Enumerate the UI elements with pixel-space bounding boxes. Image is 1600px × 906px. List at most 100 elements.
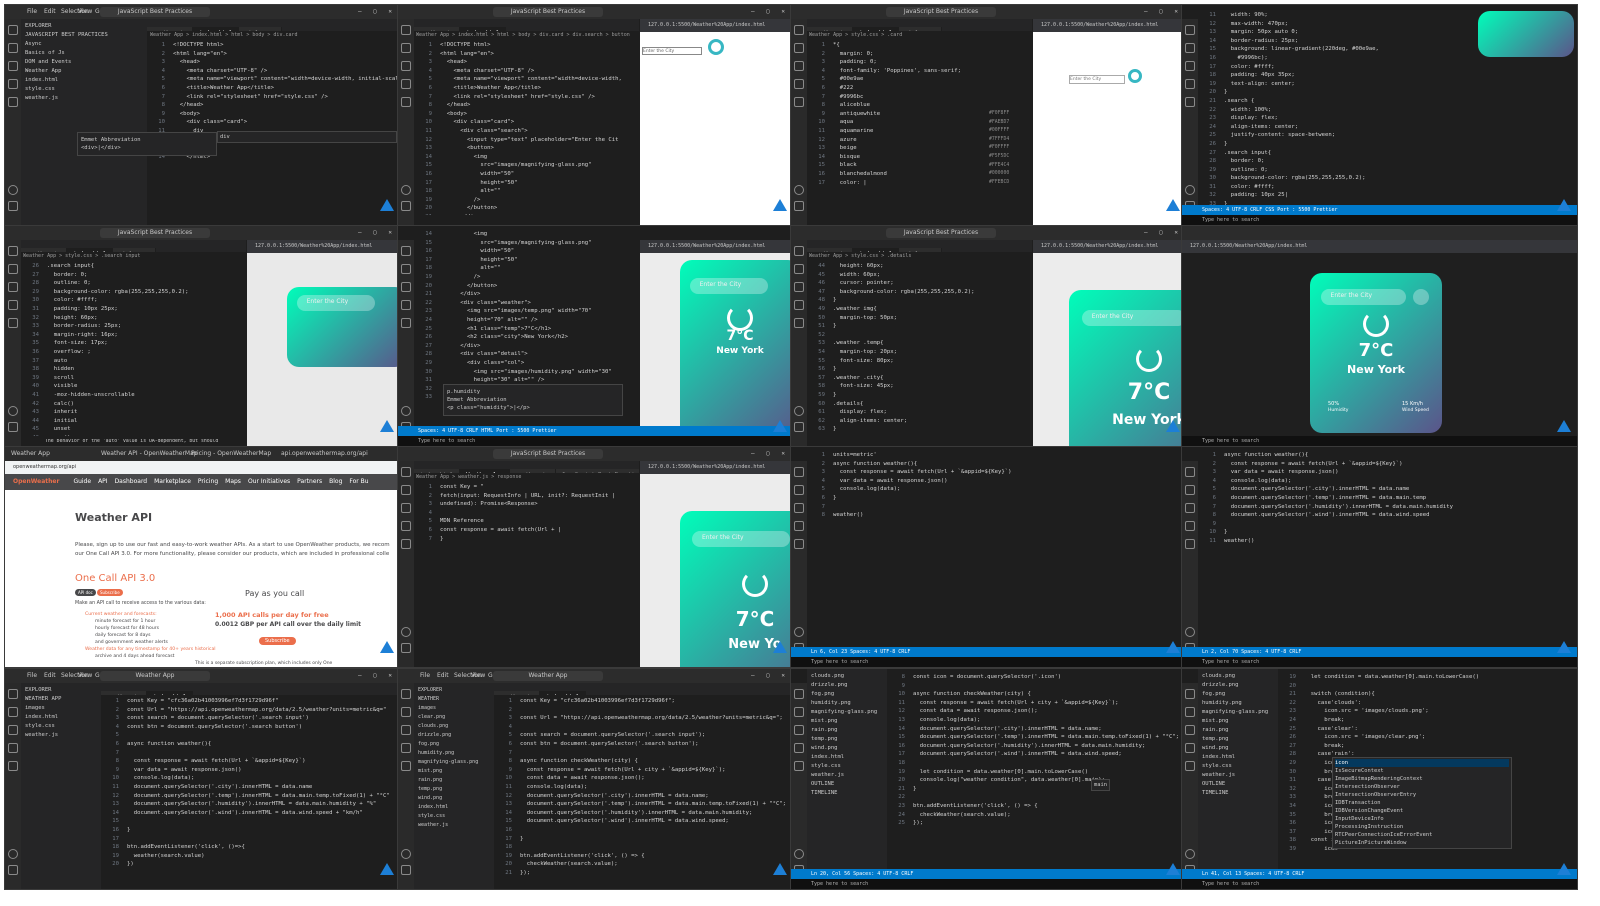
taskbar-search[interactable]: Type here to search — [1202, 659, 1259, 665]
explorer-item[interactable]: WEATHER — [418, 695, 490, 704]
explorer-item[interactable]: clouds.png — [1202, 672, 1274, 681]
code-editor[interactable]: 1 const Key = "cfc36a02b41003996ef7d3f172… — [101, 697, 400, 879]
explorer-item[interactable]: rain.png — [811, 726, 883, 735]
gear-icon[interactable] — [8, 422, 18, 432]
source-control-icon[interactable] — [1185, 725, 1195, 735]
explorer-item[interactable]: Weather App — [25, 67, 143, 76]
extensions-icon[interactable] — [8, 97, 18, 107]
city-search-input[interactable]: Enter the City — [689, 278, 768, 294]
code-editor[interactable]: 1 units=metric' 2 async function weather(){… — [807, 451, 1182, 657]
source-control-icon[interactable] — [794, 503, 804, 513]
menu-item-file[interactable]: File — [27, 5, 37, 19]
autocomplete-suggestion[interactable]: main — [1091, 779, 1110, 791]
run-debug-icon[interactable] — [794, 521, 804, 531]
taskbar-search[interactable]: Type here to search — [1202, 881, 1259, 887]
explorer-item[interactable]: weather.js — [25, 94, 143, 103]
code-editor[interactable]: 1 <!DOCTYPE html> 2 <html lang="en"> 3 <head… — [147, 41, 400, 215]
explorer-item[interactable]: weather.js — [418, 821, 490, 830]
source-control-icon[interactable] — [401, 61, 411, 71]
suggestion-item[interactable]: PictureInPictureWindow — [1335, 839, 1509, 847]
source-control-icon[interactable] — [794, 282, 804, 292]
explorer-icon[interactable] — [794, 467, 804, 477]
explorer-item[interactable]: images — [25, 704, 97, 713]
explorer-icon[interactable] — [8, 25, 18, 35]
explorer-icon[interactable] — [8, 689, 18, 699]
explorer-item[interactable]: TIMELINE — [811, 789, 883, 798]
gear-icon[interactable] — [794, 422, 804, 432]
account-icon[interactable] — [1185, 185, 1195, 195]
search-button[interactable] — [1412, 289, 1429, 305]
address-bar[interactable]: 127.0.0.1:5500/Weather%20App/index.html — [247, 240, 400, 253]
menu-item-file[interactable]: File — [27, 669, 37, 683]
explorer-item[interactable]: EXPLORER — [25, 22, 143, 31]
account-icon[interactable] — [794, 849, 804, 859]
magnifying-glass-icon[interactable] — [1128, 69, 1142, 83]
address-bar[interactable]: 127.0.0.1:5500/Weather%20App/index.html — [640, 461, 793, 474]
editor-tab[interactable]: index.html — [147, 691, 194, 695]
suggestion-item[interactable]: ProcessingInstruction — [1335, 823, 1509, 831]
explorer-item[interactable]: magnifying-glass.png — [1202, 708, 1274, 717]
search-icon[interactable] — [8, 264, 18, 274]
source-control-icon[interactable] — [794, 725, 804, 735]
address-bar[interactable]: 127.0.0.1:5500/Weather%20App/index.html — [1182, 240, 1577, 253]
explorer-item[interactable]: clear.png — [418, 713, 490, 722]
explorer-item[interactable]: temp.png — [418, 785, 490, 794]
explorer-item[interactable]: fog.png — [811, 690, 883, 699]
city-search-input[interactable]: Enter the City — [692, 531, 790, 547]
explorer-item[interactable]: clouds.png — [418, 722, 490, 731]
subscribe-button[interactable]: Subscribe — [259, 637, 296, 645]
explorer-icon[interactable] — [794, 689, 804, 699]
code-editor[interactable]: 44 height: 60px; 45 width: 60px; 46 cursor… — [807, 262, 1032, 436]
search-icon[interactable] — [794, 264, 804, 274]
explorer-item[interactable]: fog.png — [418, 740, 490, 749]
run-debug-icon[interactable] — [401, 521, 411, 531]
gear-icon[interactable] — [794, 201, 804, 211]
code-editor[interactable]: 1 async function weather(){2 const respon… — [1198, 451, 1573, 657]
extensions-icon[interactable] — [401, 318, 411, 328]
account-icon[interactable] — [8, 406, 18, 416]
taskbar-search[interactable]: Type here to search — [418, 438, 475, 444]
search-icon[interactable] — [401, 485, 411, 495]
explorer-item[interactable]: style.css — [25, 722, 97, 731]
explorer-item[interactable]: JAVASCRIPT BEST PRACTICES — [25, 31, 143, 40]
search-icon[interactable] — [1185, 43, 1195, 53]
account-icon[interactable] — [401, 185, 411, 195]
address-bar[interactable]: openweathermap.org/api — [5, 461, 400, 474]
gear-icon[interactable] — [401, 643, 411, 653]
explorer-item[interactable]: index.html — [25, 713, 97, 722]
nav-link[interactable]: Partners — [297, 478, 322, 485]
menu-item-edit[interactable]: Edit — [44, 669, 56, 683]
explorer-item[interactable]: drizzle.png — [418, 731, 490, 740]
run-debug-icon[interactable] — [8, 300, 18, 310]
badge-button[interactable]: Subscribe — [97, 589, 123, 596]
explorer-icon[interactable] — [1185, 689, 1195, 699]
search-icon[interactable] — [1185, 707, 1195, 717]
explorer-item[interactable]: drizzle.png — [1202, 681, 1274, 690]
explorer-item[interactable]: images — [418, 704, 490, 713]
suggestion-item[interactable]: InputDeviceInfo — [1335, 815, 1509, 823]
browser-tab[interactable]: Weather App — [11, 447, 50, 461]
menu-item-edit[interactable]: Edit — [437, 669, 449, 683]
run-debug-icon[interactable] — [794, 743, 804, 753]
explorer-item[interactable]: WEATHER APP — [25, 695, 97, 704]
gear-icon[interactable] — [8, 865, 18, 875]
search-icon[interactable] — [8, 707, 18, 717]
nav-link[interactable]: API — [98, 478, 108, 485]
suggestion-item[interactable]: ImageBitmapRenderingContext — [1335, 775, 1509, 783]
browser-tab[interactable]: Pricing - OpenWeatherMap — [191, 447, 271, 461]
explorer-item[interactable]: wind.png — [811, 744, 883, 753]
run-debug-icon[interactable] — [794, 300, 804, 310]
editor-tab[interactable]: index.html — [540, 691, 587, 695]
source-control-icon[interactable] — [401, 282, 411, 292]
source-control-icon[interactable] — [401, 725, 411, 735]
explorer-item[interactable]: OUTLINE — [811, 780, 883, 789]
account-icon[interactable] — [401, 849, 411, 859]
search-icon[interactable] — [794, 485, 804, 495]
code-editor[interactable]: 8 const icon = document.querySelector('.i… — [887, 673, 1186, 879]
account-icon[interactable] — [794, 627, 804, 637]
window-controls[interactable]: — ▢ ✕ — [358, 226, 396, 240]
extensions-icon[interactable] — [794, 539, 804, 549]
autocomplete-suggestion[interactable]: div — [217, 131, 397, 143]
explorer-item[interactable]: Basics of Js — [25, 49, 143, 58]
browser-tab[interactable]: api.openweathermap.org/api — [281, 447, 368, 461]
